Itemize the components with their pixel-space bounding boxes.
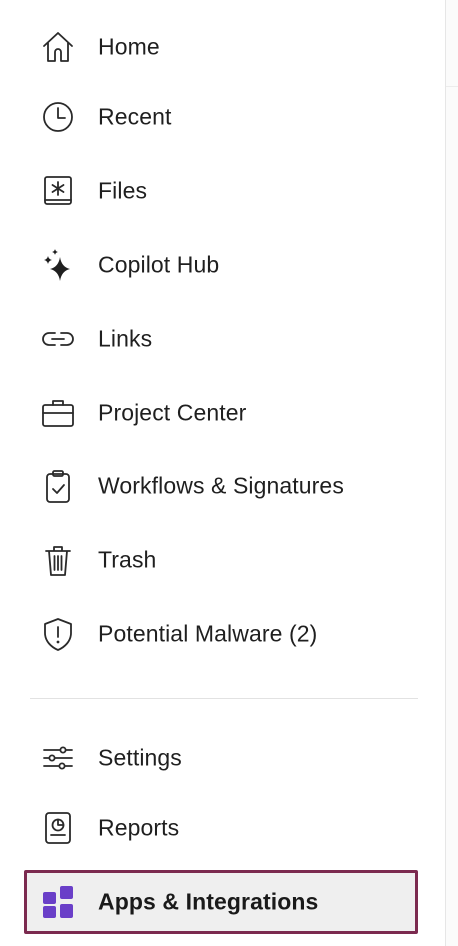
link-icon bbox=[39, 320, 77, 358]
apps-grid-icon bbox=[39, 883, 77, 921]
sidebar-item-label: Links bbox=[98, 325, 153, 352]
sidebar-item-potential-malware[interactable]: Potential Malware (2) bbox=[24, 603, 418, 665]
sidebar-item-label: Trash bbox=[98, 546, 157, 573]
report-icon bbox=[39, 809, 77, 847]
sidebar-item-home[interactable]: Home bbox=[24, 16, 418, 78]
sidebar-item-label: Potential Malware (2) bbox=[98, 620, 318, 647]
sliders-icon bbox=[39, 739, 77, 777]
clock-icon bbox=[39, 98, 77, 136]
sidebar-item-workflows-signatures[interactable]: Workflows & Signatures bbox=[24, 455, 418, 517]
files-icon bbox=[39, 172, 77, 210]
sidebar-item-reports[interactable]: Reports bbox=[24, 797, 418, 859]
sidebar-item-apps-integrations[interactable]: Apps & Integrations bbox=[24, 870, 418, 934]
sidebar-item-label: Settings bbox=[98, 744, 182, 771]
sidebar-item-copilot-hub[interactable]: Copilot Hub bbox=[24, 234, 418, 296]
sidebar-item-links[interactable]: Links bbox=[24, 308, 418, 370]
home-icon bbox=[39, 28, 77, 66]
sidebar-item-label: Apps & Integrations bbox=[98, 888, 319, 915]
trash-icon bbox=[39, 541, 77, 579]
sidebar-divider bbox=[30, 698, 418, 699]
sidebar-item-label: Copilot Hub bbox=[98, 251, 220, 278]
sidebar-item-label: Files bbox=[98, 177, 148, 204]
sidebar-item-recent[interactable]: Recent bbox=[24, 86, 418, 148]
sidebar-item-label: Reports bbox=[98, 814, 180, 841]
sidebar-item-label: Workflows & Signatures bbox=[98, 472, 344, 499]
main-content-edge bbox=[446, 0, 458, 946]
sidebar-item-files[interactable]: Files bbox=[24, 160, 418, 222]
sidebar-item-trash[interactable]: Trash bbox=[24, 529, 418, 591]
sidebar-item-settings[interactable]: Settings bbox=[24, 727, 418, 789]
sparkle-icon bbox=[39, 246, 77, 284]
sidebar-item-label: Home bbox=[98, 33, 160, 60]
sidebar-nav: Home Recent Files Copilot Hub Links Proj… bbox=[0, 0, 446, 946]
sidebar-item-label: Recent bbox=[98, 103, 172, 130]
sidebar-item-label: Project Center bbox=[98, 399, 247, 426]
briefcase-icon bbox=[39, 394, 77, 432]
sidebar-item-project-center[interactable]: Project Center bbox=[24, 382, 418, 444]
main-content-divider bbox=[446, 86, 458, 87]
shield-alert-icon bbox=[39, 615, 77, 653]
clipboard-check-icon bbox=[39, 467, 77, 505]
